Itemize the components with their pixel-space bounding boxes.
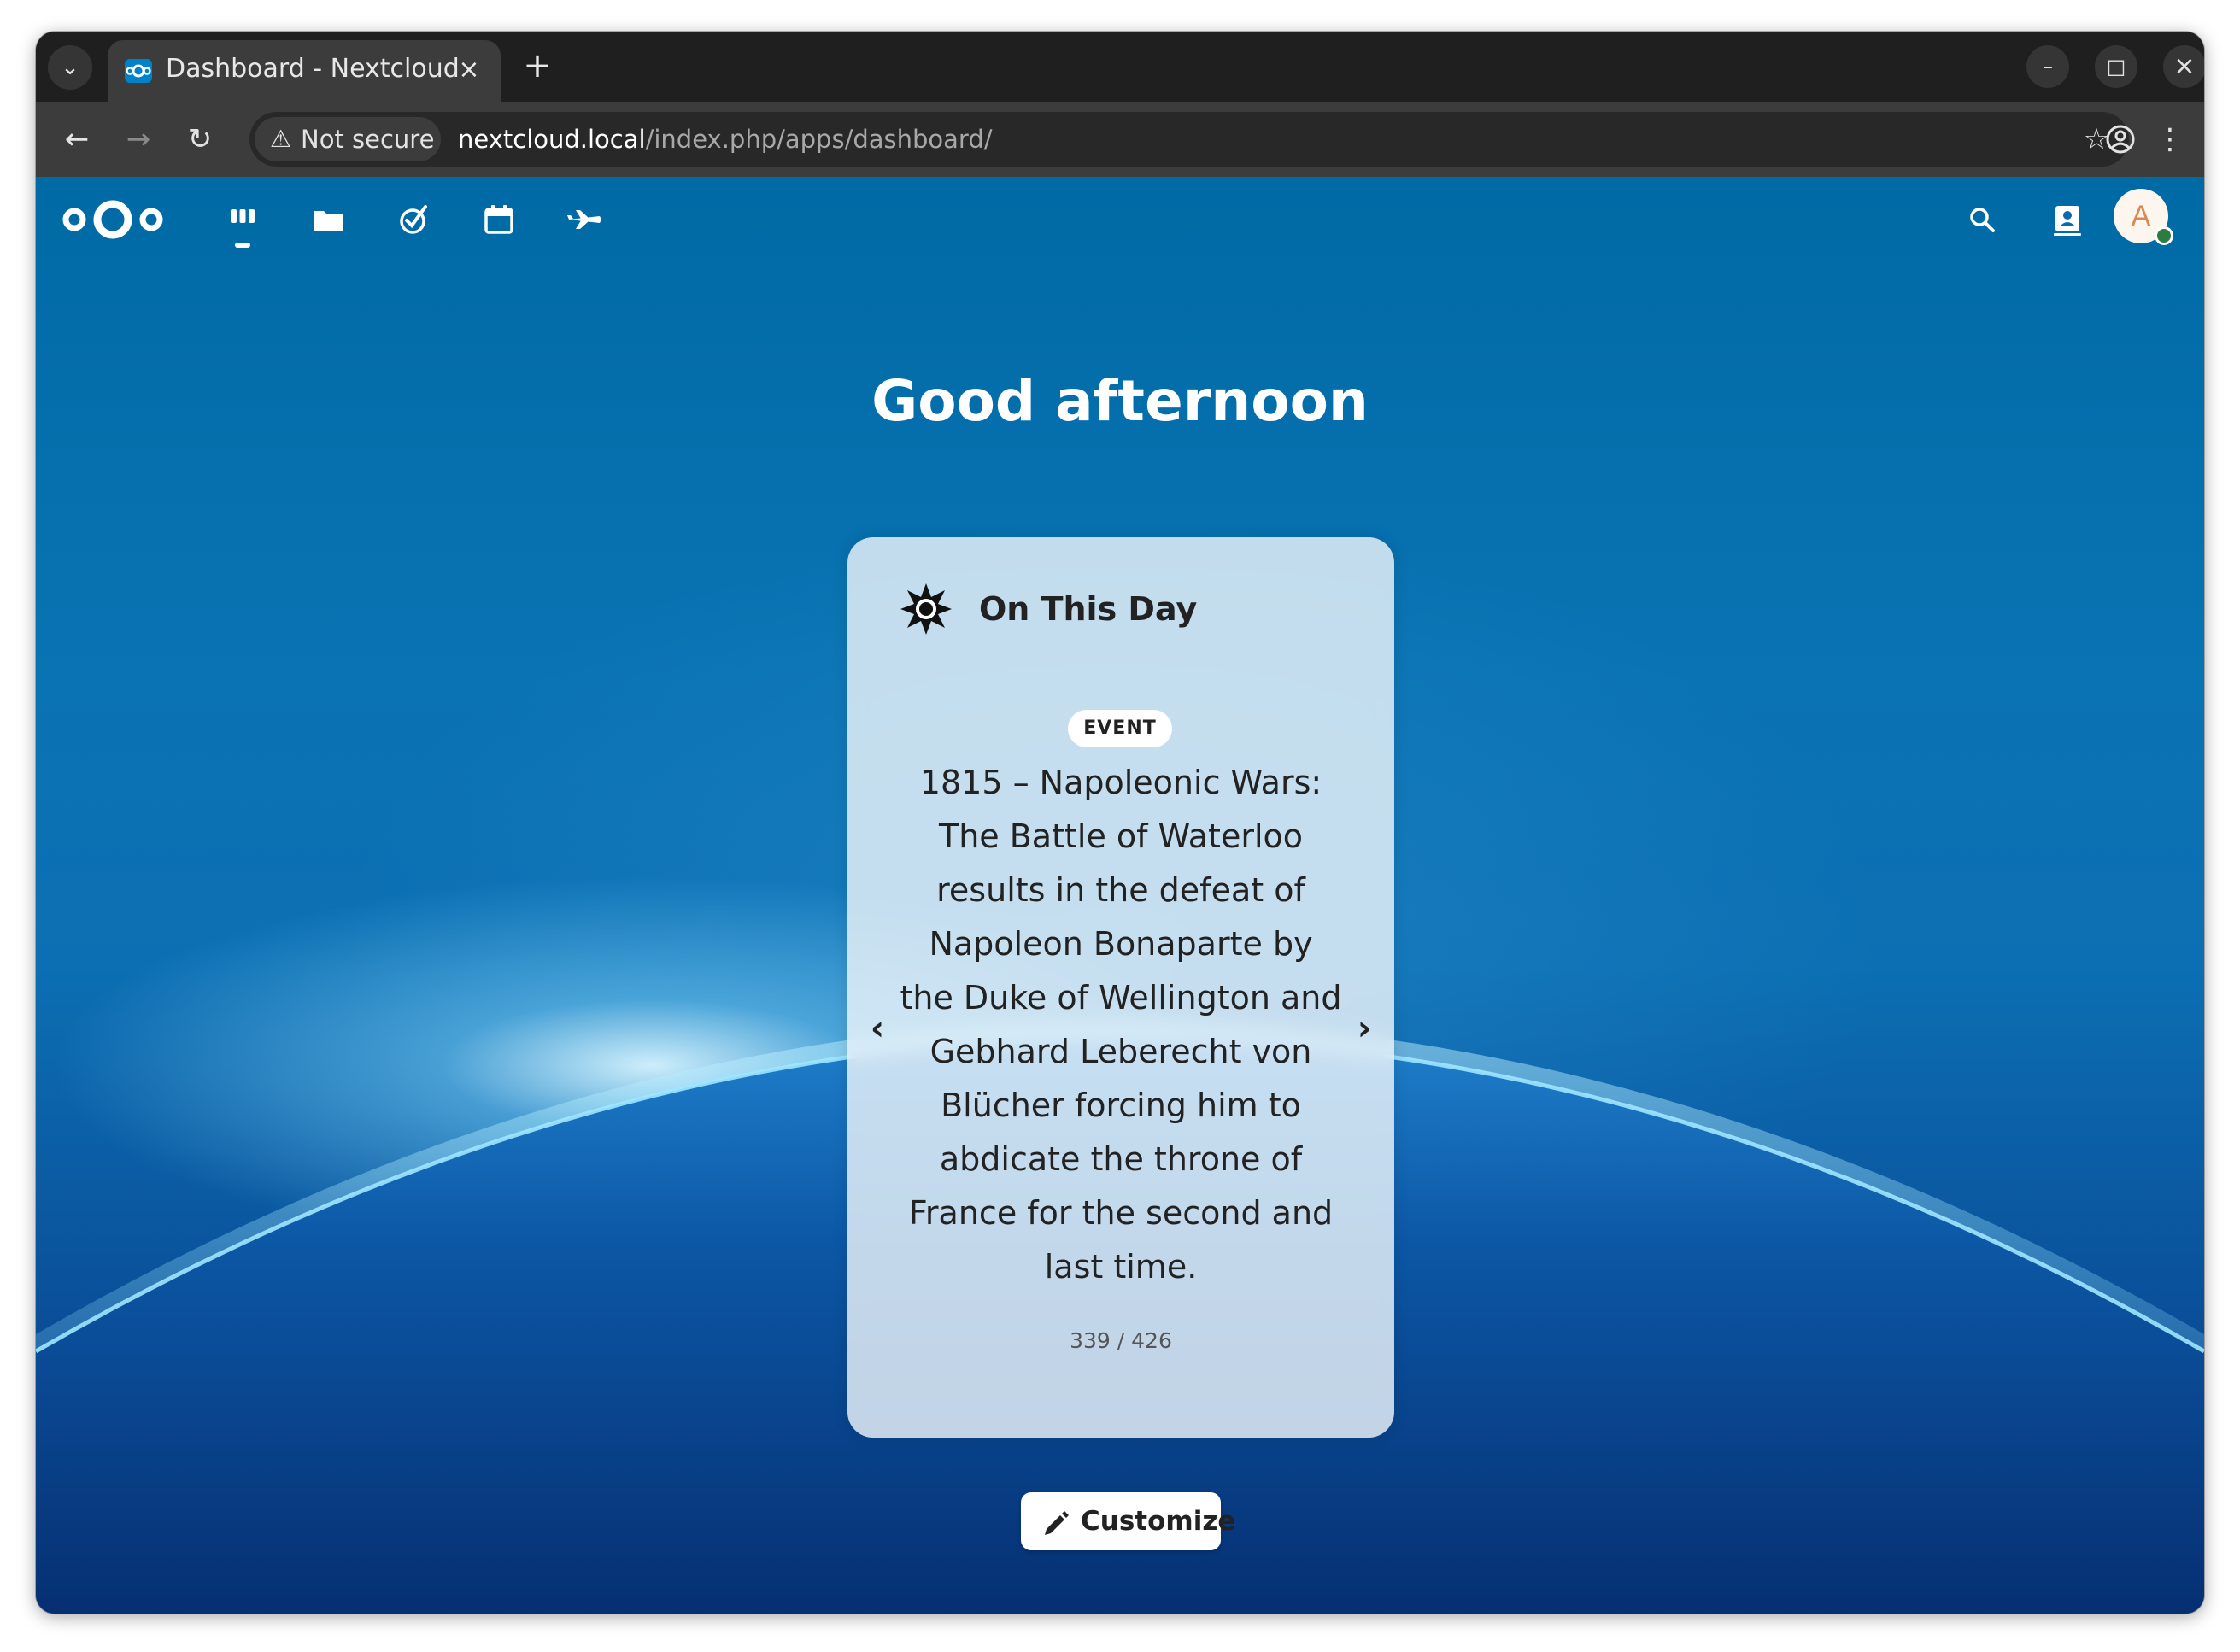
active-app-indicator: [235, 243, 250, 248]
files-app-icon[interactable]: [308, 199, 349, 240]
greeting-heading: Good afternoon: [871, 368, 1369, 435]
tab-title: Dashboard - Nextcloud: [166, 54, 460, 84]
tab-close-icon[interactable]: ×: [451, 52, 487, 88]
pencil-icon: [1038, 1504, 1072, 1538]
dashboard-page: A Good afternoon On This Day EVENT 1815 …: [36, 177, 2204, 1614]
url-host: nextcloud.local: [458, 125, 646, 154]
calendar-app-icon[interactable]: [478, 199, 519, 240]
sun-star-icon: [899, 582, 953, 636]
minimize-window-icon[interactable]: –: [2026, 45, 2069, 88]
tab-list-button[interactable]: ⌄: [48, 45, 92, 90]
url-path: /index.php/apps/dashboard/: [645, 125, 993, 154]
tab-bar: ⌄ Dashboard - Nextcloud × + – □ ×: [36, 32, 2204, 102]
customize-button[interactable]: Customize: [1021, 1492, 1235, 1550]
previous-event-button[interactable]: ‹: [856, 999, 899, 1058]
security-indicator[interactable]: ⚠ Not secure: [255, 117, 441, 161]
maximize-window-icon[interactable]: □: [2095, 45, 2137, 88]
nextcloud-favicon-icon: [125, 59, 152, 83]
warning-icon: ⚠: [270, 125, 292, 153]
contacts-menu-icon[interactable]: [2047, 199, 2088, 240]
customize-label: Customize: [1081, 1506, 1236, 1537]
search-icon[interactable]: [1961, 199, 2003, 240]
browser-menu-icon[interactable]: ⋮: [2148, 117, 2192, 161]
new-tab-button[interactable]: +: [516, 45, 559, 88]
back-icon[interactable]: ←: [55, 117, 99, 161]
url-text[interactable]: nextcloud.local/index.php/apps/dashboard…: [458, 112, 993, 167]
event-type-badge: EVENT: [1068, 710, 1172, 747]
forward-icon[interactable]: →: [116, 117, 161, 161]
event-description: 1815 – Napoleonic Wars: The Battle of Wa…: [900, 764, 1342, 1286]
widget-title: On This Day: [979, 590, 1198, 628]
event-counter: 339 / 426: [1070, 1328, 1172, 1353]
security-label: Not secure: [301, 125, 435, 154]
browser-window: ⌄ Dashboard - Nextcloud × + – □ × ← → ↻ …: [36, 32, 2204, 1614]
next-event-button[interactable]: ›: [1343, 999, 1386, 1058]
activity-app-icon[interactable]: [393, 199, 434, 240]
active-tab[interactable]: Dashboard - Nextcloud ×: [108, 40, 501, 102]
nextcloud-header: A: [36, 177, 2204, 262]
online-status-icon: [2155, 226, 2173, 245]
address-bar[interactable]: ⚠ Not secure nextcloud.local/index.php/a…: [249, 112, 2129, 167]
on-this-day-widget: On This Day EVENT 1815 – Napoleonic Wars…: [847, 537, 1394, 1438]
close-window-icon[interactable]: ×: [2163, 45, 2204, 88]
profile-icon[interactable]: [2098, 117, 2143, 161]
announcements-app-icon[interactable]: [564, 199, 605, 240]
dashboard-app-icon[interactable]: [222, 199, 263, 240]
reload-icon[interactable]: ↻: [178, 117, 222, 161]
browser-toolbar: ← → ↻ ⚠ Not secure nextcloud.local/index…: [36, 102, 2204, 177]
nextcloud-logo-icon[interactable]: [60, 196, 166, 243]
